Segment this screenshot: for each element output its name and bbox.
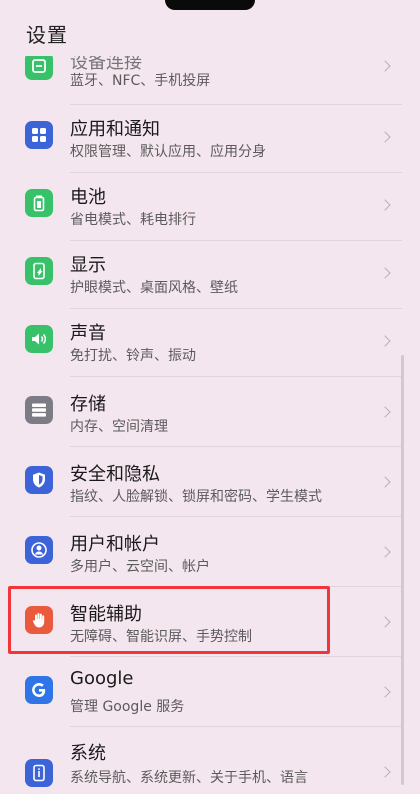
chevron-right-icon	[379, 766, 391, 778]
settings-item-title: 应用和通知	[70, 119, 160, 140]
settings-item-subtitle: 权限管理、默认应用、应用分身	[70, 144, 266, 160]
settings-item-apps[interactable]: 应用和通知 权限管理、默认应用、应用分身	[0, 104, 420, 172]
speaker-icon	[25, 325, 53, 353]
chevron-right-icon	[379, 686, 391, 698]
settings-item-subtitle: 管理 Google 服务	[70, 699, 185, 715]
chevron-right-icon	[379, 60, 391, 72]
display-icon	[25, 257, 53, 285]
camera-notch	[165, 0, 255, 10]
settings-item-subtitle: 内存、空间清理	[70, 419, 168, 435]
user-icon	[25, 536, 53, 564]
chevron-right-icon	[379, 476, 391, 488]
page-title: 设置	[26, 23, 68, 47]
chevron-right-icon	[379, 335, 391, 347]
chevron-right-icon	[379, 131, 391, 143]
settings-item-security-privacy[interactable]: 安全和隐私 指纹、人脸解锁、锁屏和密码、学生模式	[0, 446, 420, 514]
settings-item-title: Google	[70, 668, 134, 689]
settings-item-battery[interactable]: 电池 省电模式、耗电排行	[0, 172, 420, 240]
settings-item-title: 显示	[70, 255, 106, 276]
chevron-right-icon	[379, 616, 391, 628]
scrollbar[interactable]	[401, 355, 404, 785]
settings-item-title: 电池	[70, 187, 106, 208]
chevron-right-icon	[379, 546, 391, 558]
settings-item-title: 安全和隐私	[70, 464, 160, 485]
chevron-right-icon	[379, 406, 391, 418]
battery-icon	[25, 189, 53, 217]
settings-item-subtitle: 指纹、人脸解锁、锁屏和密码、学生模式	[70, 489, 322, 505]
highlight-box	[8, 586, 330, 654]
settings-item-google[interactable]: Google 管理 Google 服务	[0, 656, 420, 724]
header-bar: 设置	[0, 0, 420, 56]
system-info-icon	[25, 759, 53, 787]
settings-item-subtitle: 系统导航、系统更新、关于手机、语言	[70, 770, 308, 786]
settings-item-subtitle: 多用户、云空间、帐户	[70, 559, 210, 575]
apps-grid-icon	[25, 121, 53, 149]
settings-item-subtitle: 护眼模式、桌面风格、壁纸	[70, 280, 238, 296]
settings-item-subtitle: 免打扰、铃声、振动	[70, 348, 196, 364]
settings-item-title: 声音	[70, 323, 106, 344]
google-icon	[25, 676, 53, 704]
settings-item-subtitle: 蓝牙、NFC、手机投屏	[70, 73, 211, 89]
settings-item-title: 存储	[70, 394, 106, 415]
chevron-right-icon	[379, 199, 391, 211]
device-connect-icon	[25, 52, 53, 80]
settings-item-display[interactable]: 显示 护眼模式、桌面风格、壁纸	[0, 240, 420, 308]
settings-item-title: 用户和帐户	[70, 534, 160, 555]
settings-item-storage[interactable]: 存储 内存、空间清理	[0, 376, 420, 444]
storage-icon	[25, 396, 53, 424]
settings-list: 设备连接 蓝牙、NFC、手机投屏 设置 应用和通知 权限管理、默认应用、应用分身…	[0, 0, 420, 787]
settings-item-system[interactable]: 系统 系统导航、系统更新、关于手机、语言	[0, 726, 420, 794]
chevron-right-icon	[379, 267, 391, 279]
settings-item-users-accounts[interactable]: 用户和帐户 多用户、云空间、帐户	[0, 516, 420, 584]
settings-item-sound[interactable]: 声音 免打扰、铃声、振动	[0, 308, 420, 376]
shield-icon	[25, 466, 53, 494]
settings-item-title: 系统	[70, 743, 106, 764]
settings-item-subtitle: 省电模式、耗电排行	[70, 212, 196, 228]
